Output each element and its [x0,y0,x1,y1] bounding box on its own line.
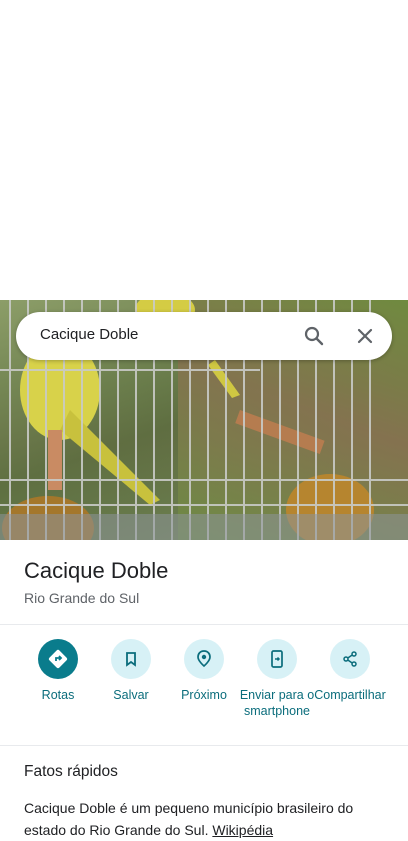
nearby-button[interactable]: Próximo [164,639,244,703]
quick-facts-text: Cacique Doble é um pequeno município bra… [24,800,354,838]
search-icon[interactable] [302,324,326,348]
divider [0,745,408,746]
share-icon [330,639,370,679]
directions-icon [38,639,78,679]
send-to-phone-label: Enviar para o smartphone [239,688,315,718]
wikipedia-link[interactable]: Wikipédia [212,822,273,838]
place-title: Cacique Doble [24,558,169,583]
close-icon[interactable] [353,324,377,348]
search-query[interactable]: Cacique Doble [40,326,138,343]
nearby-label: Próximo [181,688,227,702]
share-label: Compartilhar [314,688,386,702]
send-to-phone-button[interactable]: Enviar para o smartphone [237,639,317,719]
bookmark-icon [111,639,151,679]
nearby-icon [184,639,224,679]
divider [0,624,408,625]
directions-label: Rotas [41,688,75,702]
quick-facts-title: Fatos rápidos [24,763,118,780]
directions-button[interactable]: Rotas [18,639,98,703]
quick-facts-description: Cacique Doble é um pequeno município bra… [24,797,384,841]
save-label: Salvar [113,688,149,702]
share-button[interactable]: Compartilhar [310,639,390,703]
place-subtitle: Rio Grande do Sul [24,590,140,606]
search-bar[interactable]: Cacique Doble [16,312,392,360]
send-to-phone-icon [257,639,297,679]
map-blank-area [0,0,408,300]
save-button[interactable]: Salvar [91,639,171,703]
